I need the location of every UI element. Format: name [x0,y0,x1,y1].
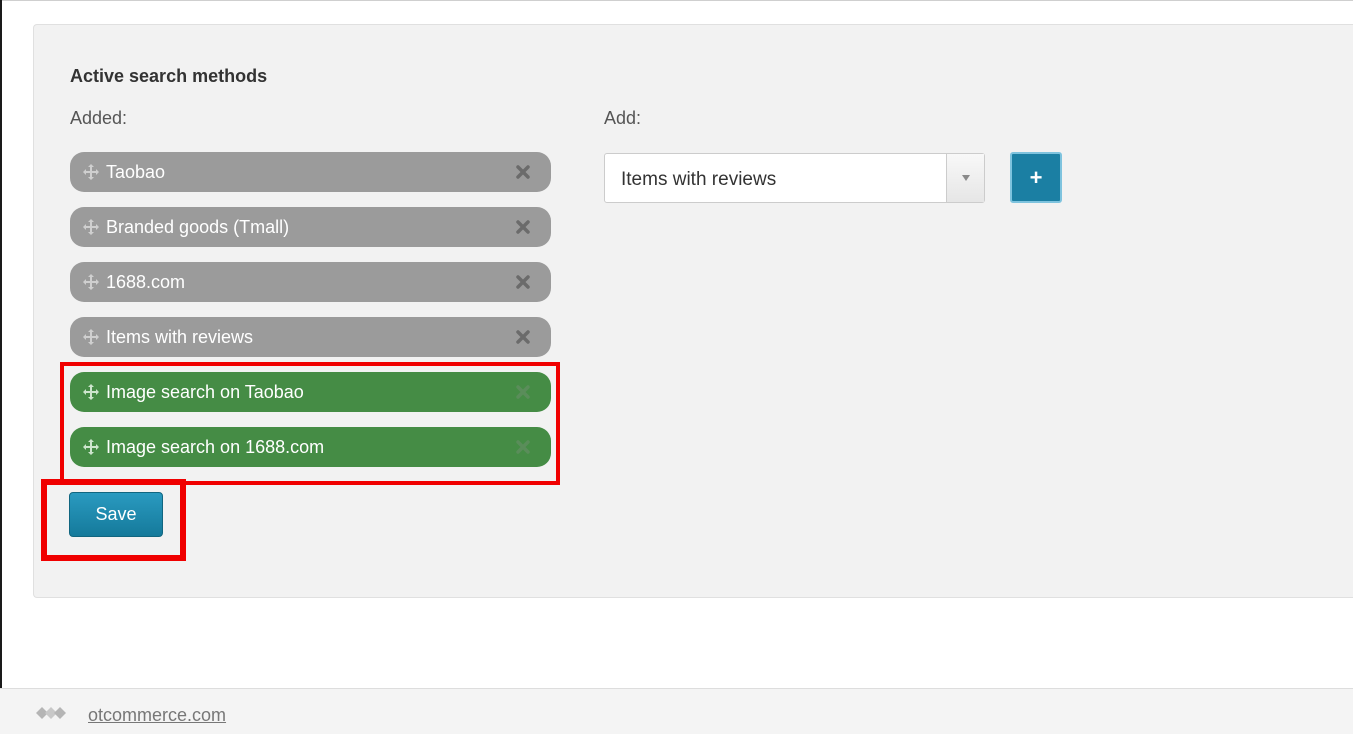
remove-icon[interactable] [515,274,531,290]
method-label: Taobao [106,161,166,182]
method-item-taobao[interactable]: Taobao [70,152,551,192]
frame-border-top [0,0,1353,1]
select-value: Items with reviews [621,169,777,190]
section-title: Active search methods [70,66,268,86]
frame-border-left [0,0,2,688]
method-item-reviews[interactable]: Items with reviews [70,317,551,357]
move-handle-icon[interactable] [82,273,100,291]
highlight-box-new-methods [60,362,560,485]
add-method-button[interactable]: + [1010,152,1062,203]
method-item-tmall[interactable]: Branded goods (Tmall) [70,207,551,247]
highlight-box-save [41,479,186,561]
remove-icon[interactable] [515,219,531,235]
add-label: Add: [604,108,642,128]
move-handle-icon[interactable] [82,163,100,181]
method-label: Branded goods (Tmall) [106,216,290,237]
add-method-select[interactable]: Items with reviews [604,153,985,203]
method-item-1688[interactable]: 1688.com [70,262,551,302]
otcommerce-logo-icon [34,703,74,727]
footer-site-link[interactable]: otcommerce.com [88,705,226,726]
footer: otcommerce.com [0,688,1353,734]
chevron-down-icon[interactable] [946,154,984,202]
move-handle-icon[interactable] [82,328,100,346]
method-label: Items with reviews [106,326,254,347]
remove-icon[interactable] [515,164,531,180]
added-label: Added: [70,108,128,128]
method-label: 1688.com [106,271,186,292]
page-frame: Active search methods Added: Add: Taobao… [0,0,1353,734]
remove-icon[interactable] [515,329,531,345]
move-handle-icon[interactable] [82,218,100,236]
